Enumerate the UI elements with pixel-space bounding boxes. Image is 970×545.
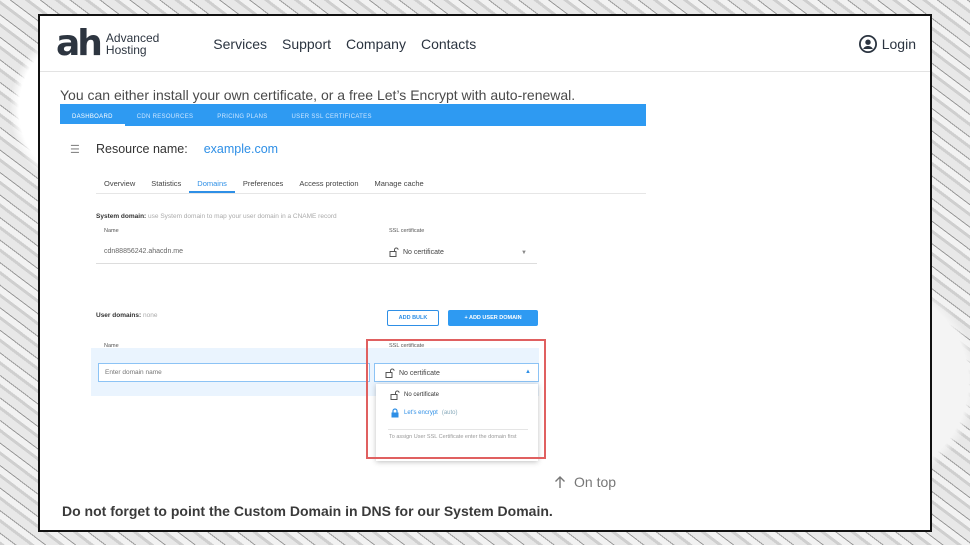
tab-user-ssl[interactable]: USER SSL CERTIFICATES — [280, 114, 384, 126]
sub-tabs: Overview Statistics Domains Preferences … — [96, 172, 646, 194]
site-header: ah Advanced Hosting Services Support Com… — [40, 16, 930, 72]
system-ssl-value: No certificate — [403, 248, 444, 256]
system-domain-row: cdn88856242.ahacdn.me No certificate ▼ — [96, 242, 537, 264]
highlight-box — [366, 339, 546, 459]
logo-mark: ah — [56, 22, 103, 64]
nav-services[interactable]: Services — [213, 36, 267, 52]
tab-preferences[interactable]: Preferences — [235, 172, 291, 193]
chevron-down-icon: ▼ — [521, 250, 527, 256]
tab-statistics[interactable]: Statistics — [143, 172, 189, 193]
embedded-screenshot: DASHBOARD CDN RESOURCES PRICING PLANS US… — [60, 104, 646, 474]
add-bulk-button[interactable]: ADD BULK — [387, 310, 439, 326]
system-col-ssl: SSL certificate — [389, 228, 425, 234]
tab-cdn-resources[interactable]: CDN RESOURCES — [125, 114, 206, 126]
tab-domains[interactable]: Domains — [189, 172, 235, 193]
outro-text: Do not forget to point the Custom Domain… — [62, 503, 553, 519]
domain-name-input[interactable] — [98, 363, 370, 382]
nav-company[interactable]: Company — [346, 36, 406, 52]
user-domains-heading: User domains: none — [96, 312, 157, 319]
user-domains-value: none — [142, 312, 158, 319]
intro-text: You can either install your own certific… — [60, 87, 576, 103]
logo-line2: Hosting — [105, 42, 147, 57]
list-icon[interactable]: ☰ — [70, 143, 96, 156]
tab-access-protection[interactable]: Access protection — [291, 172, 366, 193]
add-user-domain-button[interactable]: + ADD USER DOMAIN — [448, 310, 538, 326]
system-ssl-select[interactable]: No certificate — [389, 247, 444, 257]
logo[interactable]: ah Advanced Hosting — [56, 22, 159, 64]
user-domains-title: User domains: — [96, 312, 142, 319]
system-domain-title: System domain: — [96, 213, 147, 220]
main-nav: Services Support Company Contacts — [213, 36, 476, 52]
login-button[interactable]: Login — [858, 34, 916, 53]
system-col-name: Name — [104, 228, 119, 234]
on-top-link[interactable]: On top — [554, 474, 616, 490]
system-domain-value: cdn88856242.ahacdn.me — [104, 248, 184, 255]
user-icon — [858, 34, 877, 53]
tab-manage-cache[interactable]: Manage cache — [367, 172, 432, 193]
system-domain-heading: System domain: use System domain to map … — [96, 213, 337, 220]
tab-pricing-plans[interactable]: PRICING PLANS — [205, 114, 279, 126]
resource-value: example.com — [203, 142, 279, 156]
on-top-label: On top — [574, 474, 617, 490]
page-frame: ah Advanced Hosting Services Support Com… — [38, 14, 932, 532]
nav-contacts[interactable]: Contacts — [421, 36, 476, 52]
system-domain-hint: use System domain to map your user domai… — [148, 213, 337, 220]
arrow-up-icon — [555, 476, 565, 488]
logo-text: Advanced Hosting — [106, 32, 159, 56]
cdn-top-bar: DASHBOARD CDN RESOURCES PRICING PLANS US… — [60, 104, 646, 126]
login-label: Login — [881, 35, 916, 52]
nav-support[interactable]: Support — [282, 36, 331, 52]
tab-dashboard[interactable]: DASHBOARD — [60, 114, 125, 126]
resource-row: ☰ Resource name: example.com — [70, 142, 278, 156]
unlock-icon — [389, 247, 399, 257]
resource-label: Resource name: — [96, 142, 188, 156]
tab-overview[interactable]: Overview — [96, 172, 143, 193]
